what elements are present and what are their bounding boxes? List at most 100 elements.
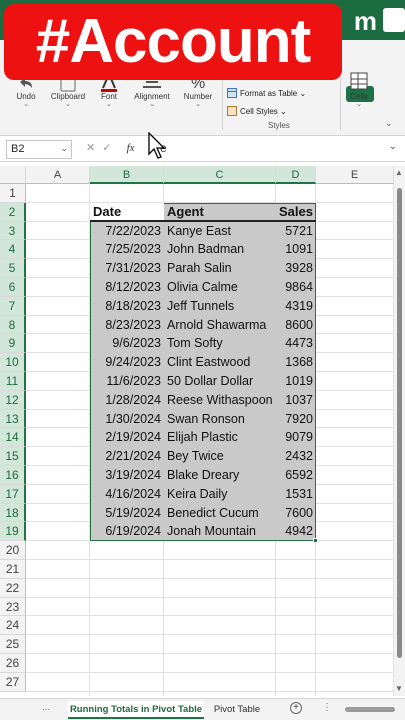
row-header-22[interactable]: 22	[0, 578, 26, 598]
row-header-21[interactable]: 21	[0, 560, 26, 579]
row-header-20[interactable]: 20	[0, 541, 26, 560]
alignment-group[interactable]: Alignment ⌄	[130, 92, 174, 109]
sales-cell[interactable]: 3928	[276, 259, 316, 278]
agent-cell[interactable]: Clint Eastwood	[164, 353, 276, 372]
cell-styles-button[interactable]: Cell Styles ⌄	[240, 107, 287, 116]
table-header-cell[interactable]: Sales	[276, 203, 316, 222]
worksheet-grid[interactable]: A B C D E 1 2 3 4 5 6 7 8 9 10 11 12 13 14 15 16 17 18 19 20 21 22…	[0, 166, 394, 696]
sales-cell[interactable]: 7920	[276, 410, 316, 429]
horizontal-scrollbar[interactable]	[345, 707, 395, 712]
chevron-down-icon[interactable]: ⌄	[130, 101, 174, 109]
row-header-16[interactable]: 16	[0, 466, 26, 485]
row-header-4[interactable]: 4	[0, 240, 26, 260]
date-cell[interactable]: 4/16/2024	[90, 485, 164, 504]
date-cell[interactable]: 7/31/2023	[90, 259, 164, 278]
date-cell[interactable]: 5/19/2024	[90, 504, 164, 523]
row-header-13[interactable]: 13	[0, 409, 26, 429]
chevron-down-icon[interactable]: ⌄	[181, 101, 215, 109]
chevron-down-icon[interactable]: ⌄	[12, 101, 40, 109]
date-cell[interactable]: 7/25/2023	[90, 240, 164, 259]
date-cell[interactable]: 7/22/2023	[90, 222, 164, 241]
sales-cell[interactable]: 9864	[276, 278, 316, 297]
agent-cell[interactable]: Bey Twice	[164, 447, 276, 466]
row-header-12[interactable]: 12	[0, 390, 26, 410]
agent-cell[interactable]: Blake Dreary	[164, 466, 276, 485]
table-header-cell[interactable]: Agent	[164, 203, 276, 222]
sales-cell[interactable]: 4942	[276, 522, 316, 541]
chevron-down-icon[interactable]: ⌄	[96, 101, 122, 109]
ribbon-collapse-icon[interactable]: ⌄	[385, 118, 393, 129]
row-header-8[interactable]: 8	[0, 315, 26, 335]
sales-cell[interactable]: 1019	[276, 372, 316, 391]
row-header-7[interactable]: 7	[0, 296, 26, 316]
number-group[interactable]: Number ⌄	[181, 92, 215, 109]
sales-cell[interactable]: 2432	[276, 447, 316, 466]
column-header-e[interactable]: E	[316, 166, 394, 184]
select-all-corner[interactable]	[0, 166, 26, 184]
column-header-a[interactable]: A	[26, 166, 90, 184]
agent-cell[interactable]: Reese Withaspoon	[164, 391, 276, 410]
tab-running-totals[interactable]: Running Totals in Pivot Table	[68, 701, 204, 719]
sales-cell[interactable]: 4473	[276, 334, 316, 353]
row-header-19[interactable]: 19	[0, 522, 26, 542]
date-cell[interactable]: 2/19/2024	[90, 428, 164, 447]
scroll-up-icon[interactable]: ▲	[395, 168, 403, 177]
chevron-down-icon[interactable]: ⌄	[346, 101, 372, 109]
clipboard-group[interactable]: Clipboard ⌄	[47, 92, 89, 109]
agent-cell[interactable]: Swan Ronson	[164, 410, 276, 429]
sales-cell[interactable]: 8600	[276, 316, 316, 335]
row-header-15[interactable]: 15	[0, 447, 26, 466]
sales-cell[interactable]: 4319	[276, 297, 316, 316]
cells-group[interactable]: Cells ⌄	[346, 92, 372, 109]
agent-cell[interactable]: Parah Salin	[164, 259, 276, 278]
agent-cell[interactable]: Kanye East	[164, 222, 276, 241]
row-header-1[interactable]: 1	[0, 184, 26, 203]
more-options-icon[interactable]: ⋮	[322, 702, 332, 713]
sales-cell[interactable]: 9079	[276, 428, 316, 447]
row-header-24[interactable]: 24	[0, 616, 26, 636]
agent-cell[interactable]: Keira Daily	[164, 485, 276, 504]
date-cell[interactable]: 9/24/2023	[90, 353, 164, 372]
font-group[interactable]: Font ⌄	[96, 92, 122, 109]
chevron-down-icon[interactable]: ⌄	[47, 101, 89, 109]
chevron-down-icon[interactable]: ⌄	[60, 143, 68, 154]
agent-cell[interactable]: Benedict Cucum	[164, 504, 276, 523]
row-header-26[interactable]: 26	[0, 654, 26, 673]
confirm-icon[interactable]: ✓	[102, 142, 111, 154]
scrollbar-thumb[interactable]	[397, 188, 402, 658]
undo-group[interactable]: Undo ⌄	[12, 92, 40, 109]
agent-cell[interactable]: Jonah Mountain	[164, 522, 276, 541]
date-cell[interactable]: 1/28/2024	[90, 391, 164, 410]
agent-cell[interactable]: Arnold Shawarma	[164, 316, 276, 335]
date-cell[interactable]: 8/12/2023	[90, 278, 164, 297]
agent-cell[interactable]: Jeff Tunnels	[164, 297, 276, 316]
sales-cell[interactable]: 1091	[276, 240, 316, 259]
date-cell[interactable]: 3/19/2024	[90, 466, 164, 485]
agent-cell[interactable]: John Badman	[164, 240, 276, 259]
agent-cell[interactable]: Tom Softy	[164, 334, 276, 353]
tab-pivot-table[interactable]: Pivot Table	[208, 701, 266, 719]
sales-cell[interactable]: 1368	[276, 353, 316, 372]
date-cell[interactable]: 8/18/2023	[90, 297, 164, 316]
column-header-c[interactable]: C	[164, 166, 276, 184]
row-header-25[interactable]: 25	[0, 635, 26, 654]
row-header-17[interactable]: 17	[0, 484, 26, 504]
date-cell[interactable]: 9/6/2023	[90, 334, 164, 353]
row-header-2[interactable]: 2	[0, 202, 26, 222]
date-cell[interactable]: 2/21/2024	[90, 447, 164, 466]
date-cell[interactable]: 1/30/2024	[90, 410, 164, 429]
row-header-14[interactable]: 14	[0, 428, 26, 448]
row-header-11[interactable]: 11	[0, 372, 26, 391]
date-cell[interactable]: 8/23/2023	[90, 316, 164, 335]
sales-cell[interactable]: 1531	[276, 485, 316, 504]
expand-formula-icon[interactable]: ⌄	[389, 141, 397, 152]
add-sheet-button[interactable]: +	[290, 702, 302, 714]
table-header-cell[interactable]: Date	[90, 203, 164, 222]
format-as-table-button[interactable]: Format as Table ⌄	[240, 89, 306, 98]
scroll-down-icon[interactable]: ▼	[395, 684, 403, 693]
sales-cell[interactable]: 1037	[276, 391, 316, 410]
sales-cell[interactable]: 7600	[276, 504, 316, 523]
column-header-d[interactable]: D	[276, 166, 316, 184]
date-cell[interactable]: 6/19/2024	[90, 522, 164, 541]
row-header-6[interactable]: 6	[0, 278, 26, 297]
